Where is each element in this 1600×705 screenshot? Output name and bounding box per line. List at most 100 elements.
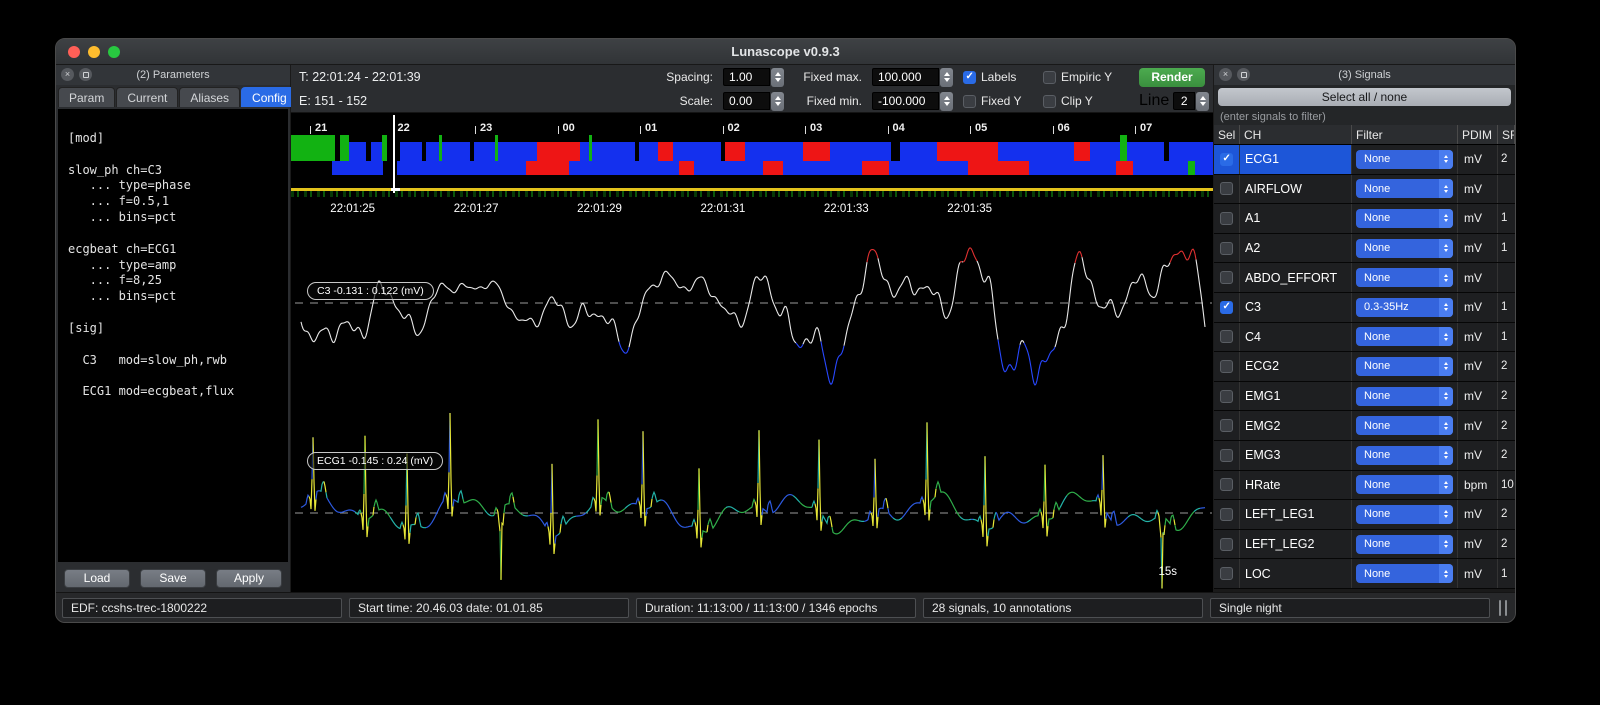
checkbox-icon[interactable] [963,94,976,108]
signal-channel-name[interactable]: EMG2 [1240,411,1352,440]
signal-select-checkbox[interactable] [1214,292,1240,322]
signal-select-checkbox[interactable] [1214,559,1240,588]
checkbox-icon[interactable] [963,70,976,84]
signal-filter-dropdown[interactable]: None [1352,263,1458,292]
checkbox-icon[interactable] [1220,182,1233,196]
checkbox-icon[interactable] [1220,300,1233,314]
checkbox-icon[interactable] [1220,152,1233,166]
scale-spinbox[interactable]: 0.00 [723,91,784,111]
signal-row-left_leg2[interactable]: LEFT_LEG2 None mV 2 [1214,529,1515,560]
signal-channel-name[interactable]: ECG2 [1240,352,1352,381]
spacing-spinbox[interactable]: 1.00 [723,67,784,87]
signal-select-checkbox[interactable] [1214,145,1240,174]
load-button[interactable]: Load [64,568,130,588]
signal-channel-name[interactable]: C3 [1240,292,1352,322]
checkbox-icon[interactable] [1043,70,1056,84]
signal-filter-dropdown[interactable]: None [1352,381,1458,411]
signal-channel-name[interactable]: A2 [1240,233,1352,263]
signal-filter-dropdown[interactable]: None [1352,559,1458,588]
signal-filter-dropdown[interactable]: None [1352,411,1458,440]
save-button[interactable]: Save [140,568,206,588]
stepper-icon[interactable] [940,67,953,87]
signal-select-checkbox[interactable] [1214,352,1240,381]
signal-row-a2[interactable]: A2 None mV 1 [1214,233,1515,264]
tab-aliases[interactable]: Aliases [179,87,241,107]
resize-grip-icon[interactable] [1497,599,1509,616]
checkbox-icon[interactable] [1220,507,1233,521]
signal-select-checkbox[interactable] [1214,263,1240,292]
signal-row-emg1[interactable]: EMG1 None mV 2 [1214,381,1515,412]
checkbox-icon[interactable] [1220,271,1233,285]
signal-select-checkbox[interactable] [1214,470,1240,500]
signal-channel-name[interactable]: C4 [1240,322,1352,352]
stepper-icon[interactable] [771,91,784,111]
empiric-y-checkbox[interactable]: Empiric Y [1043,70,1129,84]
signal-channel-name[interactable]: EMG3 [1240,440,1352,470]
hypnogram-density-band[interactable] [291,161,1213,175]
dock-float-icon[interactable] [79,68,92,81]
hypnogram[interactable]: 21 22 23 00 01 02 03 04 05 06 07 22:01:25 22:01:27 2… [291,113,1213,219]
render-button[interactable]: Render [1139,67,1205,87]
signal-row-airflow[interactable]: AIRFLOW None mV [1214,174,1515,205]
signal-row-ecg2[interactable]: ECG2 None mV 2 [1214,352,1515,382]
signal-row-left_leg1[interactable]: LEFT_LEG1 None mV 2 [1214,500,1515,530]
signal-channel-name[interactable]: A1 [1240,204,1352,233]
signal-channel-name[interactable]: ABDO_EFFORT [1240,263,1352,292]
labels-checkbox[interactable]: Labels [963,70,1033,84]
checkbox-icon[interactable] [1220,241,1233,255]
signal-select-checkbox[interactable] [1214,174,1240,204]
signal-filter-dropdown[interactable]: 0.3-35Hz [1352,292,1458,322]
signal-row-ecg1[interactable]: ECG1NonemV2 [1214,145,1515,175]
signal-filter-input[interactable]: (enter signals to filter) [1216,109,1513,125]
stepper-icon[interactable] [771,67,784,87]
clip-y-checkbox[interactable]: Clip Y [1043,94,1129,108]
signal-select-checkbox[interactable] [1214,233,1240,263]
signal-filter-dropdown[interactable]: None [1352,440,1458,470]
signal-filter-dropdown[interactable]: None [1352,204,1458,233]
signal-filter-dropdown[interactable]: None [1352,322,1458,352]
night-selector[interactable]: Single night [1210,597,1490,618]
checkbox-icon[interactable] [1220,478,1233,492]
checkbox-icon[interactable] [1220,330,1233,344]
signal-row-c3[interactable]: C30.3-35HzmV1 [1214,292,1515,323]
checkbox-icon[interactable] [1220,419,1233,433]
config-editor[interactable]: [mod] slow_ph ch=C3 ... type=phase ... f… [58,109,288,562]
signal-select-checkbox[interactable] [1214,440,1240,470]
dock-float-icon[interactable] [1237,68,1250,81]
signal-select-checkbox[interactable] [1214,381,1240,411]
checkbox-icon[interactable] [1220,448,1233,462]
checkbox-icon[interactable] [1220,567,1233,581]
signal-channel-name[interactable]: LOC [1240,559,1352,588]
dock-close-icon[interactable]: × [61,68,74,81]
signal-channel-name[interactable]: EMG1 [1240,381,1352,411]
checkbox-icon[interactable] [1220,211,1233,225]
signal-select-checkbox[interactable] [1214,500,1240,529]
stepper-icon[interactable] [940,91,953,111]
fixed-max-spinbox[interactable]: 100.000 [872,67,953,87]
signal-canvas[interactable]: C3 -0.131 : 0.122 (mV) ECG1 -0.145 : 0.2… [291,219,1213,592]
signal-select-checkbox[interactable] [1214,529,1240,559]
signal-channel-name[interactable]: LEFT_LEG1 [1240,500,1352,529]
fixed-y-checkbox[interactable]: Fixed Y [963,94,1033,108]
select-all-none-button[interactable]: Select all / none [1218,88,1511,106]
signal-row-hrate[interactable]: HRate None bpm 10 [1214,470,1515,501]
hypnogram-stage-band[interactable] [291,135,1213,161]
signal-filter-dropdown[interactable]: None [1352,174,1458,204]
signal-row-loc[interactable]: LOC None mV 1 [1214,559,1515,589]
tab-current[interactable]: Current [116,87,179,107]
signal-select-checkbox[interactable] [1214,204,1240,233]
tab-config[interactable]: Config [241,87,298,107]
checkbox-icon[interactable] [1043,94,1056,108]
hypnogram-cursor[interactable] [393,115,395,193]
signal-filter-dropdown[interactable]: None [1352,145,1458,174]
signal-row-c4[interactable]: C4 None mV 1 [1214,322,1515,353]
signal-row-emg3[interactable]: EMG3 None mV 2 [1214,440,1515,471]
apply-button[interactable]: Apply [216,568,282,588]
signal-filter-dropdown[interactable]: None [1352,233,1458,263]
checkbox-icon[interactable] [1220,359,1233,373]
signal-select-checkbox[interactable] [1214,411,1240,440]
signal-filter-dropdown[interactable]: None [1352,529,1458,559]
signal-channel-name[interactable]: HRate [1240,470,1352,500]
signal-row-emg2[interactable]: EMG2 None mV 2 [1214,411,1515,441]
checkbox-icon[interactable] [1220,537,1233,551]
